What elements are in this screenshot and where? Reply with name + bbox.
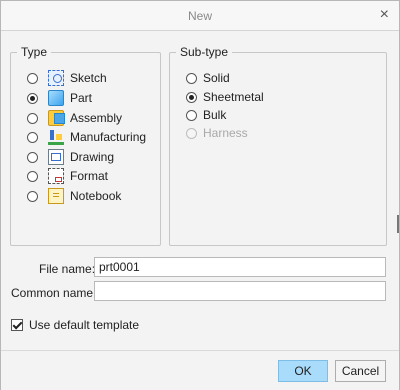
radio-solid[interactable] — [186, 72, 197, 84]
sketch-icon — [48, 70, 64, 86]
dialog-title: New — [187, 9, 212, 23]
radio-bulk[interactable] — [186, 109, 197, 121]
radio-notebook[interactable] — [27, 190, 38, 202]
radio-sheetmetal[interactable] — [186, 91, 197, 103]
type-label-assembly: Assembly — [70, 111, 123, 125]
type-label-sketch: Sketch — [70, 71, 107, 85]
subtype-label-solid: Solid — [203, 71, 230, 85]
subtype-option-bulk[interactable]: Bulk — [186, 107, 226, 123]
resize-grip[interactable] — [397, 215, 399, 233]
subtype-legend: Sub-type — [180, 45, 229, 59]
type-label-part: Part — [70, 91, 93, 105]
new-dialog: New × Type Sketch Part Assembly Manufact… — [0, 0, 400, 390]
radio-manufacturing[interactable] — [27, 131, 38, 143]
use-default-template-label[interactable]: Use default template — [29, 318, 139, 332]
type-option-notebook[interactable]: Notebook — [27, 188, 121, 204]
type-option-assembly[interactable]: Assembly — [27, 110, 122, 126]
manufacturing-icon — [48, 129, 64, 145]
subtype-option-harness: Harness — [186, 125, 248, 141]
format-icon — [48, 168, 64, 184]
cancel-button[interactable]: Cancel — [335, 360, 386, 382]
file-name-label: File name: — [39, 262, 96, 276]
radio-format[interactable] — [27, 170, 38, 182]
common-name-input[interactable] — [94, 281, 386, 301]
type-option-part[interactable]: Part — [27, 90, 92, 106]
title-bar: New × — [1, 1, 399, 31]
use-default-template-checkbox[interactable] — [11, 319, 23, 331]
subtype-option-solid[interactable]: Solid — [186, 70, 230, 86]
notebook-icon — [48, 188, 64, 204]
button-bar: OK Cancel — [1, 350, 399, 390]
subtype-label-sheetmetal: Sheetmetal — [203, 90, 264, 104]
radio-sketch[interactable] — [27, 72, 38, 84]
type-option-sketch[interactable]: Sketch — [27, 70, 107, 86]
subtype-option-sheetmetal[interactable]: Sheetmetal — [186, 89, 264, 105]
radio-assembly[interactable] — [27, 112, 38, 124]
type-option-format[interactable]: Format — [27, 168, 108, 184]
file-name-input[interactable] — [94, 257, 386, 277]
drawing-icon — [48, 149, 64, 165]
type-label-notebook: Notebook — [70, 189, 122, 203]
type-label-drawing: Drawing — [70, 150, 115, 164]
radio-drawing[interactable] — [27, 151, 38, 163]
assembly-icon — [48, 110, 65, 126]
radio-harness — [186, 127, 197, 139]
subtype-label-harness: Harness — [203, 126, 248, 140]
type-option-drawing[interactable]: Drawing — [27, 149, 114, 165]
type-label-format: Format — [70, 169, 109, 183]
part-icon — [48, 90, 64, 106]
type-label-manufacturing: Manufacturing — [70, 130, 147, 144]
common-name-label: Common name: — [11, 286, 97, 300]
subtype-label-bulk: Bulk — [203, 108, 227, 122]
type-option-manufacturing[interactable]: Manufacturing — [27, 129, 146, 145]
close-icon[interactable]: × — [380, 6, 389, 24]
radio-part[interactable] — [27, 92, 38, 104]
type-legend: Type — [21, 45, 48, 59]
ok-button[interactable]: OK — [278, 360, 328, 382]
